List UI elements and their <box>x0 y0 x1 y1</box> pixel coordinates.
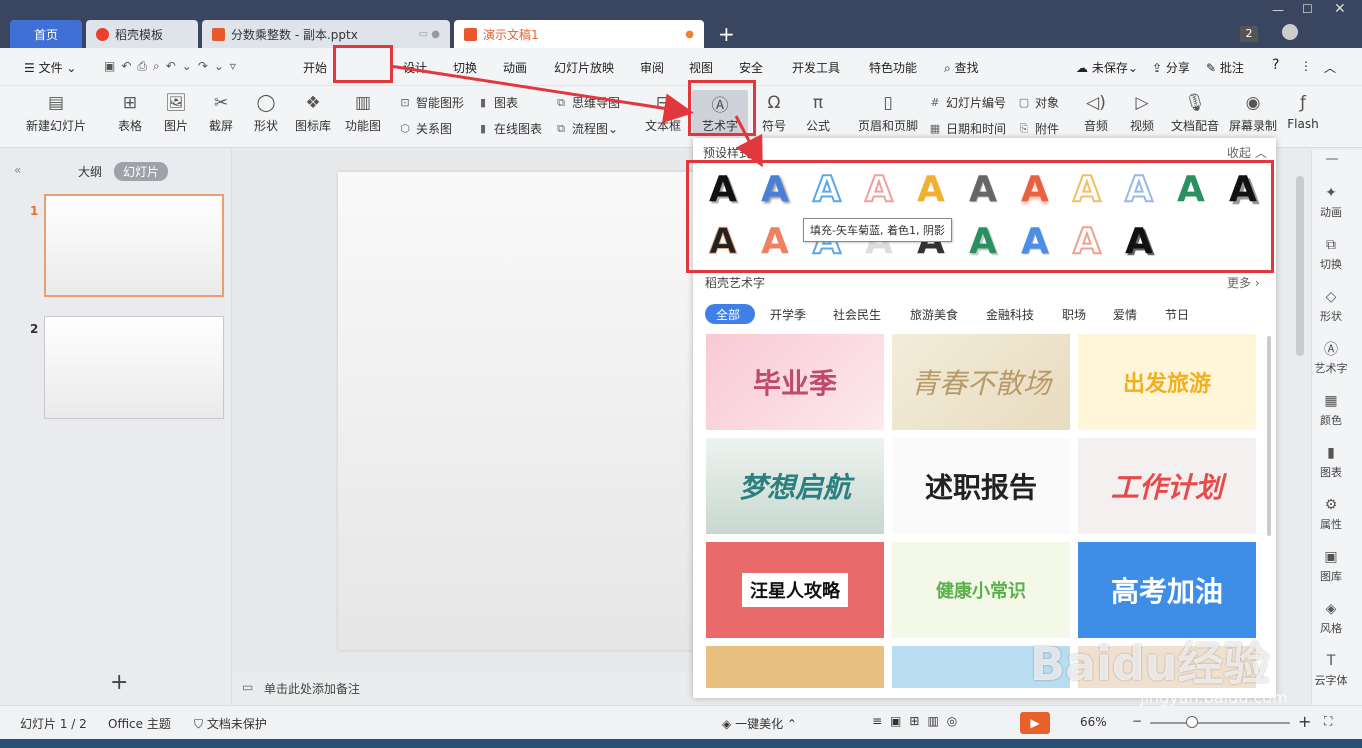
sidebar-item-label: 动画 <box>1320 206 1342 219</box>
beautify-label: 一键美化 <box>735 717 784 731</box>
scrollbar[interactable] <box>1296 176 1304 356</box>
drag-handle[interactable] <box>1326 158 1338 160</box>
beautify-button[interactable]: ◈ 一键美化 ⌃ <box>722 715 797 732</box>
sidebar-item[interactable]: ▮ 图表 <box>1312 444 1350 480</box>
sidebar-item-label: 形状 <box>1320 310 1342 323</box>
sidebar-item[interactable]: ▣ 图库 <box>1312 548 1350 584</box>
sidebar-item[interactable]: ▦ 颜色 <box>1312 392 1350 428</box>
sidebar-item-label: 切换 <box>1320 258 1342 271</box>
watermark-logo: Baidu经验 <box>1030 637 1270 691</box>
play-icon[interactable]: ▶ <box>1020 712 1050 734</box>
sidebar-item-icon: ✦ <box>1325 185 1337 201</box>
sidebar-item-icon: ◈ <box>1325 601 1337 617</box>
view-mode-icons[interactable]: ≡▣⊞▥◎ <box>872 714 965 728</box>
sidebar-item[interactable]: ⚙ 属性 <box>1312 496 1350 532</box>
sidebar-item-label: 图库 <box>1320 570 1342 583</box>
sidebar-item-icon: ⧉ <box>1326 237 1336 253</box>
sidebar-item-icon: ▣ <box>1324 549 1338 565</box>
slide-indicator: 幻灯片 1 / 2 <box>20 717 87 731</box>
sidebar-item-label: 颜色 <box>1320 414 1342 427</box>
sidebar-item-icon: Ⓐ <box>1324 342 1338 358</box>
sidebar-item[interactable]: ◈ 风格 <box>1312 600 1350 636</box>
sidebar-item-label: 图表 <box>1320 466 1342 479</box>
sidebar-item[interactable]: ⧉ 切换 <box>1312 236 1350 272</box>
theme-name[interactable]: Office 主题 <box>108 715 171 732</box>
taskbar <box>0 739 1362 748</box>
protect-label: 文档未保护 <box>206 717 267 731</box>
sidebar-item-label: 属性 <box>1320 518 1342 531</box>
zoom-slider[interactable] <box>1150 722 1290 724</box>
beautify-icon: ◈ <box>722 717 732 731</box>
sidebar-item[interactable]: T 云字体 <box>1312 652 1350 688</box>
zoom-out-icon[interactable]: − <box>1132 714 1142 728</box>
sidebar-item[interactable]: Ⓐ 艺术字 <box>1312 340 1350 376</box>
zoom-level[interactable]: 66% <box>1080 715 1107 729</box>
sidebar-item-icon: ◇ <box>1325 289 1337 305</box>
sidebar-item-icon: ▦ <box>1324 393 1338 409</box>
zoom-in-icon[interactable]: + <box>1298 712 1311 731</box>
zoom-slider-thumb[interactable] <box>1186 716 1198 728</box>
sidebar-item-label: 艺术字 <box>1314 362 1348 375</box>
sidebar-item-label: 云字体 <box>1314 674 1348 687</box>
shield-icon: ⛉ <box>194 717 204 731</box>
status-bar: 幻灯片 1 / 2 Office 主题 ⛉ 文档未保护 ◈ 一键美化 ⌃ ≡▣⊞… <box>0 705 1362 739</box>
sidebar-item[interactable]: ◇ 形状 <box>1312 288 1350 324</box>
sidebar-item-icon: ⚙ <box>1324 497 1338 513</box>
sidebar-item-label: 风格 <box>1320 622 1342 635</box>
protect-status[interactable]: ⛉ 文档未保护 <box>194 715 267 732</box>
watermark-url: jingyan.baidu.com <box>1140 688 1288 707</box>
fit-window-icon[interactable]: ⛶ <box>1324 714 1332 729</box>
sidebar-item[interactable]: ✦ 动画 <box>1312 184 1350 220</box>
sidebar-item-icon: ▮ <box>1327 445 1335 461</box>
sidebar-item-icon: T <box>1326 653 1336 669</box>
